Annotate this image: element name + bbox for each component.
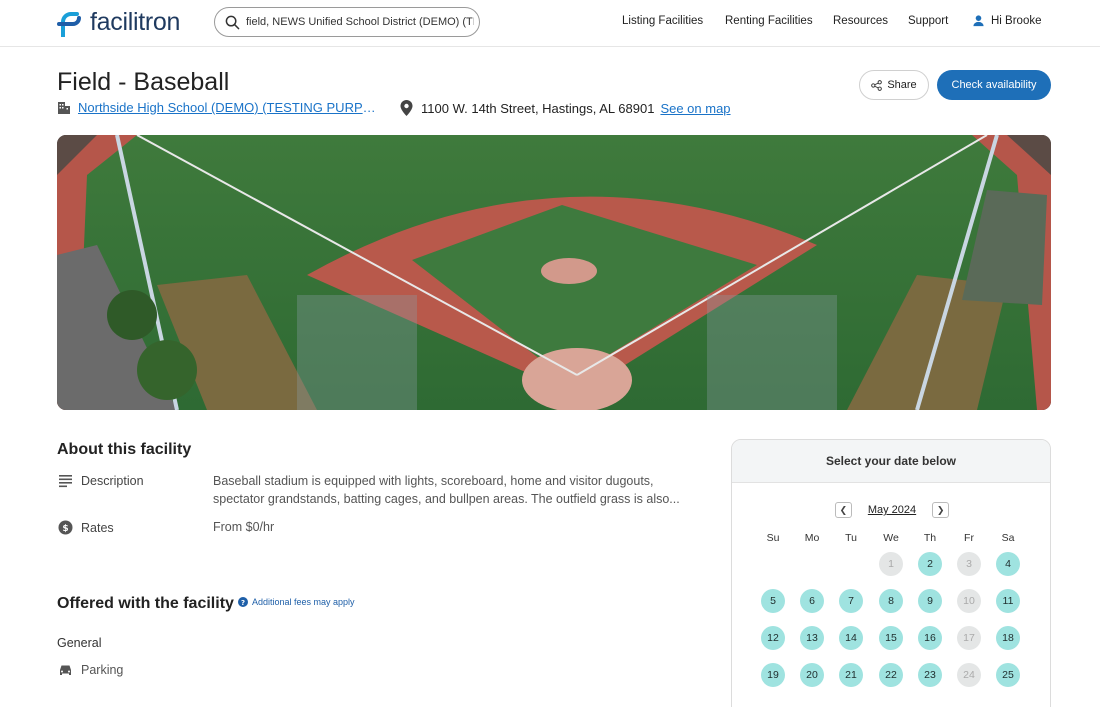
car-icon: [60, 665, 71, 675]
calendar-day-9[interactable]: 9: [918, 589, 942, 613]
description-text: Baseball stadium is equipped with lights…: [213, 474, 680, 506]
weekday-th: Th: [923, 532, 937, 544]
address-text: 1100 W. 14th Street, Hastings, AL 68901: [421, 100, 655, 116]
rates-value: From $0/hr: [213, 520, 275, 534]
nav-listing-facilities[interactable]: Listing Facilities: [622, 15, 703, 27]
calendar-day-12[interactable]: 12: [761, 626, 785, 650]
weekday-fr: Fr: [964, 532, 974, 544]
rates-label-text: Rates: [81, 520, 114, 535]
building-icon: [58, 101, 70, 114]
share-button[interactable]: Share: [859, 70, 929, 100]
next-month-button[interactable]: ❯: [932, 502, 950, 518]
location-pin-icon: [400, 100, 413, 116]
svg-text:$: $: [62, 524, 68, 534]
address-row: 1100 W. 14th Street, Hastings, AL 68901 …: [400, 100, 731, 116]
offered-section-title: Offered with the facility: [57, 595, 234, 612]
description-label: Description: [58, 473, 144, 488]
calendar-day-6[interactable]: 6: [800, 589, 824, 613]
calendar-day-4[interactable]: 4: [996, 552, 1020, 576]
calendar-day-18[interactable]: 18: [996, 626, 1020, 650]
weekday-mo: Mo: [804, 532, 820, 544]
user-greeting: Hi Brooke: [991, 14, 1042, 27]
calendar-day-10: 10: [957, 589, 981, 613]
calendar-day-19[interactable]: 19: [761, 663, 785, 687]
school-link[interactable]: Northside High School (DEMO) (TESTING PU…: [78, 100, 378, 115]
page-title: Field - Baseball: [57, 68, 230, 96]
amenity-parking: Parking: [58, 663, 123, 677]
month-navigation: ❮ May 2024 ❯: [732, 502, 1050, 518]
facility-photo[interactable]: [57, 135, 1051, 410]
date-picker-header: Select your date below: [732, 440, 1050, 483]
search-bar[interactable]: [214, 7, 480, 37]
share-label: Share: [887, 79, 917, 91]
calendar-day-7[interactable]: 7: [839, 589, 863, 613]
see-on-map-link[interactable]: See on map: [660, 101, 730, 116]
nav-support[interactable]: Support: [908, 15, 948, 27]
help-circle-icon: ?: [238, 597, 248, 607]
chevron-left-icon: ❮: [839, 504, 848, 515]
logo-text: facilitron: [90, 8, 181, 36]
nav-resources[interactable]: Resources: [833, 15, 888, 27]
text-lines-icon: [59, 475, 72, 488]
facilitron-logo[interactable]: facilitron: [57, 8, 180, 37]
search-input[interactable]: [246, 16, 474, 28]
baseball-field-image: [57, 135, 1051, 410]
calendar-day-1: 1: [879, 552, 903, 576]
date-picker-card: Select your date below ❮ May 2024 ❯ Su Mo…: [731, 439, 1051, 707]
weekday-tu: Tu: [845, 532, 857, 544]
calendar-day-21[interactable]: 21: [839, 663, 863, 687]
dollar-coin-icon: $: [58, 520, 73, 535]
nav-renting-facilities[interactable]: Renting Facilities: [725, 15, 813, 27]
school-row: Northside High School (DEMO) (TESTING PU…: [57, 100, 378, 115]
chevron-right-icon: ❯: [936, 504, 945, 515]
weekday-we: We: [883, 532, 899, 544]
person-icon: [973, 15, 984, 27]
about-section-title: About this facility: [57, 441, 192, 458]
calendar-day-11[interactable]: 11: [996, 589, 1020, 613]
share-icon: [871, 79, 883, 91]
calendar-day-2[interactable]: 2: [918, 552, 942, 576]
additional-fees-note[interactable]: ? Additional fees may apply: [238, 597, 355, 607]
calendar-day-23[interactable]: 23: [918, 663, 942, 687]
calendar-day-24: 24: [957, 663, 981, 687]
fees-note-text: Additional fees may apply: [252, 597, 355, 607]
top-header: facilitron Listing Facilities Renting Fa…: [0, 0, 1100, 47]
user-menu[interactable]: Hi Brooke: [972, 14, 1042, 27]
calendar-day-15[interactable]: 15: [879, 626, 903, 650]
calendar-day-22[interactable]: 22: [879, 663, 903, 687]
weekday-sa: Sa: [1001, 532, 1015, 544]
current-month[interactable]: May 2024: [868, 504, 916, 516]
weekday-su: Su: [766, 532, 780, 544]
calendar-day-25[interactable]: 25: [996, 663, 1020, 687]
calendar-day-5[interactable]: 5: [761, 589, 785, 613]
calendar-day-8[interactable]: 8: [879, 589, 903, 613]
calendar-day-17: 17: [957, 626, 981, 650]
calendar-day-13[interactable]: 13: [800, 626, 824, 650]
calendar-day-14[interactable]: 14: [839, 626, 863, 650]
prev-month-button[interactable]: ❮: [834, 502, 852, 518]
rates-label: $ Rates: [58, 520, 114, 535]
parking-label: Parking: [81, 663, 124, 677]
description-label-text: Description: [81, 473, 144, 488]
svg-text:?: ?: [241, 599, 245, 607]
general-heading: General: [57, 636, 102, 650]
calendar-day-20[interactable]: 20: [800, 663, 824, 687]
search-icon: [225, 15, 240, 29]
calendar-day-3: 3: [957, 552, 981, 576]
check-availability-button[interactable]: Check availability: [937, 70, 1051, 100]
calendar-day-16[interactable]: 16: [918, 626, 942, 650]
facilitron-logo-icon: [57, 11, 81, 37]
